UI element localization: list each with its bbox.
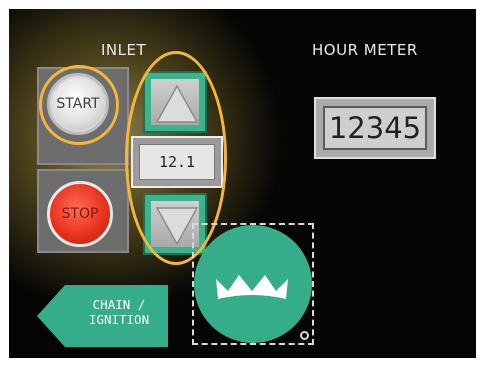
inlet-value-box: 12.1 xyxy=(131,136,223,188)
start-button[interactable]: START xyxy=(47,73,109,135)
logo-button[interactable] xyxy=(192,223,314,345)
chain-ignition-button[interactable]: CHAIN / IGNITION xyxy=(37,285,168,347)
up-arrow-icon xyxy=(155,84,199,123)
resize-handle-icon xyxy=(300,331,309,340)
inlet-value: 12.1 xyxy=(139,144,215,180)
increase-button-face xyxy=(151,79,199,125)
stop-button[interactable]: STOP xyxy=(47,181,113,247)
inlet-label: INLET xyxy=(101,41,147,59)
hour-meter-value: 12345 xyxy=(323,106,427,150)
increase-button[interactable] xyxy=(143,71,207,133)
hour-meter-display: 12345 xyxy=(314,97,436,159)
hmi-screen: INLET HOUR METER START STOP 12.1 12345 C… xyxy=(9,9,476,358)
logo-circle xyxy=(194,225,312,343)
chain-ignition-label: CHAIN / IGNITION xyxy=(88,297,150,327)
hour-meter-label: HOUR METER xyxy=(312,41,418,59)
crown-icon xyxy=(216,275,288,299)
